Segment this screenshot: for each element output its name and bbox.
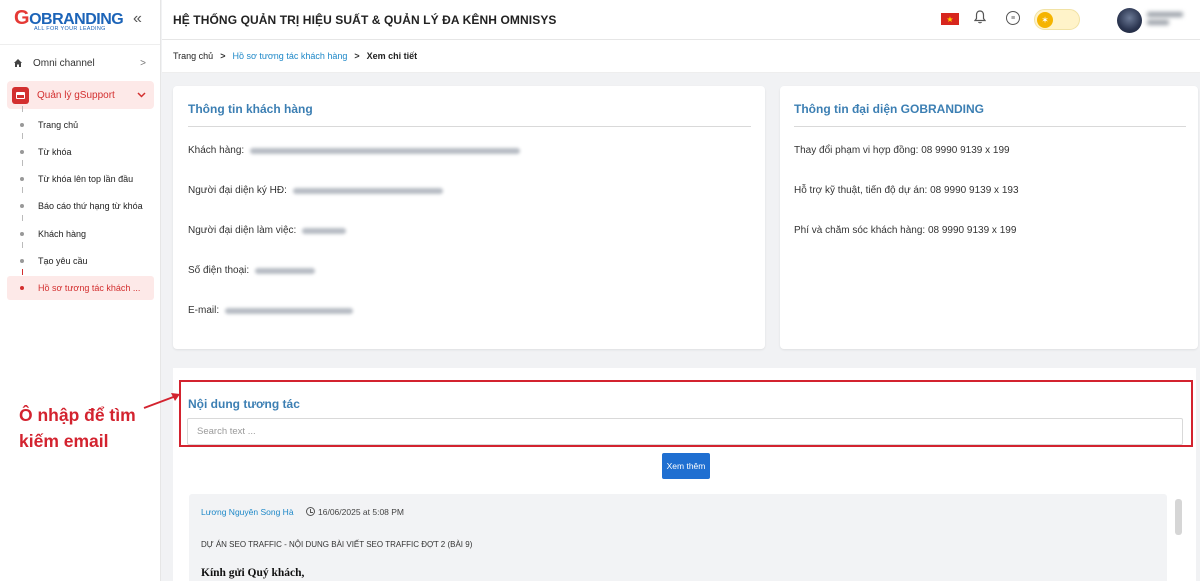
bullet-icon xyxy=(20,204,24,208)
bullet-icon xyxy=(20,150,24,154)
logo-wordmark: GOBRANDING xyxy=(14,6,124,29)
message-greeting: Kính gửi Quý khách, xyxy=(201,567,305,579)
sidebar: GOBRANDING ALL FOR YOUR LEADING « Omni c… xyxy=(0,0,161,581)
sidebar-item-omni-channel[interactable]: Omni channel > xyxy=(7,49,154,77)
divider xyxy=(794,126,1186,127)
bullet-icon xyxy=(20,123,24,127)
representative-info-title: Thông tin đại diện GOBRANDING xyxy=(794,102,984,116)
interaction-title: Nội dung tương tác xyxy=(188,397,300,411)
user-info-redacted[interactable] xyxy=(1147,9,1187,31)
sidebar-subitem-label: Hồ sơ tương tác khách ... xyxy=(38,283,141,293)
tech-support-contact: Hỗ trợ kỹ thuật, tiến độ dự án: 08 9990 … xyxy=(794,185,1019,196)
message-scrollbar[interactable] xyxy=(1175,499,1182,535)
avatar[interactable] xyxy=(1117,8,1142,33)
logo-tagline: ALL FOR YOUR LEADING xyxy=(34,25,106,32)
annotation-arrow-icon xyxy=(143,393,180,409)
field-label: Khách hàng: xyxy=(188,145,245,156)
load-more-button[interactable]: Xem thêm xyxy=(662,453,710,479)
chevron-down-icon xyxy=(137,90,146,101)
sidebar-item-label: Omni channel xyxy=(33,57,95,69)
theme-toggle[interactable]: ✶ xyxy=(1034,9,1080,30)
chat-icon[interactable]: ≡ xyxy=(1006,11,1020,25)
redacted-value xyxy=(292,187,443,194)
sidebar-item-label: Quản lý gSupport xyxy=(37,89,115,101)
sidebar-subitem-label: Khách hàng xyxy=(38,229,87,239)
sidebar-item-gsupport[interactable]: Quản lý gSupport xyxy=(7,81,154,109)
divider xyxy=(188,126,751,127)
top-header: HỆ THỐNG QUẢN TRỊ HIỆU SUẤT & QUẢN LÝ ĐA… xyxy=(162,0,1200,40)
message-subject: DỰ ÁN SEO TRAFFIC - NỘI DUNG BÀI VIẾT SE… xyxy=(201,540,473,549)
redacted-value xyxy=(250,147,521,154)
bullet-icon xyxy=(20,286,24,290)
bell-icon[interactable] xyxy=(973,10,987,27)
sidebar-subitem-customers[interactable]: Khách hàng xyxy=(7,215,154,246)
email-field: E-mail: xyxy=(188,305,354,316)
bullet-icon xyxy=(20,259,24,263)
redacted-value xyxy=(302,227,347,234)
sidebar-subitem-label: Từ khóa lên top lần đầu xyxy=(38,174,134,184)
search-input[interactable] xyxy=(187,418,1183,445)
sidebar-subitem-create-request[interactable]: Tạo yêu cầu xyxy=(7,242,154,273)
sidebar-subitem-label: Tạo yêu cầu xyxy=(38,256,88,266)
breadcrumb-parent[interactable]: Hồ sơ tương tác khách hàng xyxy=(232,51,347,61)
breadcrumb-home[interactable]: Trang chủ xyxy=(173,51,213,61)
bullet-icon xyxy=(20,232,24,236)
app-title: HỆ THỐNG QUẢN TRỊ HIỆU SUẤT & QUẢN LÝ ĐA… xyxy=(173,12,557,27)
chevron-right-icon: > xyxy=(140,57,146,69)
message-time: 16/06/2025 at 5:08 PM xyxy=(318,507,405,517)
sidebar-subitem-keywords[interactable]: Từ khóa xyxy=(7,133,154,164)
annotation-label: Ô nhập để tìm kiếm email xyxy=(19,405,136,451)
field-label: Người đại diện ký HĐ: xyxy=(188,185,287,196)
phone-field: Số điện thoại: xyxy=(188,265,316,276)
sun-icon: ✶ xyxy=(1037,12,1053,28)
home-icon xyxy=(7,58,29,68)
sidebar-subitem-label: Báo cáo thứ hạng từ khóa xyxy=(38,201,143,211)
message-author[interactable]: Lương Nguyên Song Hà xyxy=(201,507,294,517)
chevron-right-icon: > xyxy=(220,51,226,61)
breadcrumb-current: Xem chi tiết xyxy=(366,51,418,61)
redacted-value xyxy=(225,307,354,314)
sidebar-subitem-label: Trang chủ xyxy=(38,120,79,130)
field-label: E-mail: xyxy=(188,305,220,316)
sidebar-subitem-first-top[interactable]: Từ khóa lên top lần đầu xyxy=(7,160,154,191)
working-rep-field: Người đại diện làm việc: xyxy=(188,225,347,236)
breadcrumb: Trang chủ > Hồ sơ tương tác khách hàng >… xyxy=(162,40,1200,73)
field-label: Người đại diện làm việc: xyxy=(188,225,297,236)
customer-info-title: Thông tin khách hàng xyxy=(188,102,313,116)
bullet-icon xyxy=(20,177,24,181)
clock-icon xyxy=(306,507,315,516)
sidebar-subitem-rank-report[interactable]: Báo cáo thứ hạng từ khóa xyxy=(7,187,154,218)
sidebar-subitem-label: Từ khóa xyxy=(38,147,72,157)
collapse-sidebar-icon[interactable]: « xyxy=(133,10,142,28)
contract-scope-contact: Thay đổi phạm vi hợp đồng: 08 9990 9139 … xyxy=(794,145,1010,156)
sidebar-subitem-interaction-profile[interactable]: Hồ sơ tương tác khách ... xyxy=(7,269,154,300)
sidebar-subitem-home[interactable]: Trang chủ xyxy=(7,106,154,137)
customer-name-field: Khách hàng: xyxy=(188,145,521,156)
vietnam-flag-icon[interactable]: ★ xyxy=(941,13,959,25)
customer-care-contact: Phí và chăm sóc khách hàng: 08 9990 9139… xyxy=(794,225,1017,236)
chevron-right-icon: > xyxy=(354,51,360,61)
divider xyxy=(0,44,160,45)
redacted-value xyxy=(255,267,316,274)
contract-signer-field: Người đại diện ký HĐ: xyxy=(188,185,443,196)
folder-icon xyxy=(12,86,29,104)
field-label: Số điện thoại: xyxy=(188,265,250,276)
